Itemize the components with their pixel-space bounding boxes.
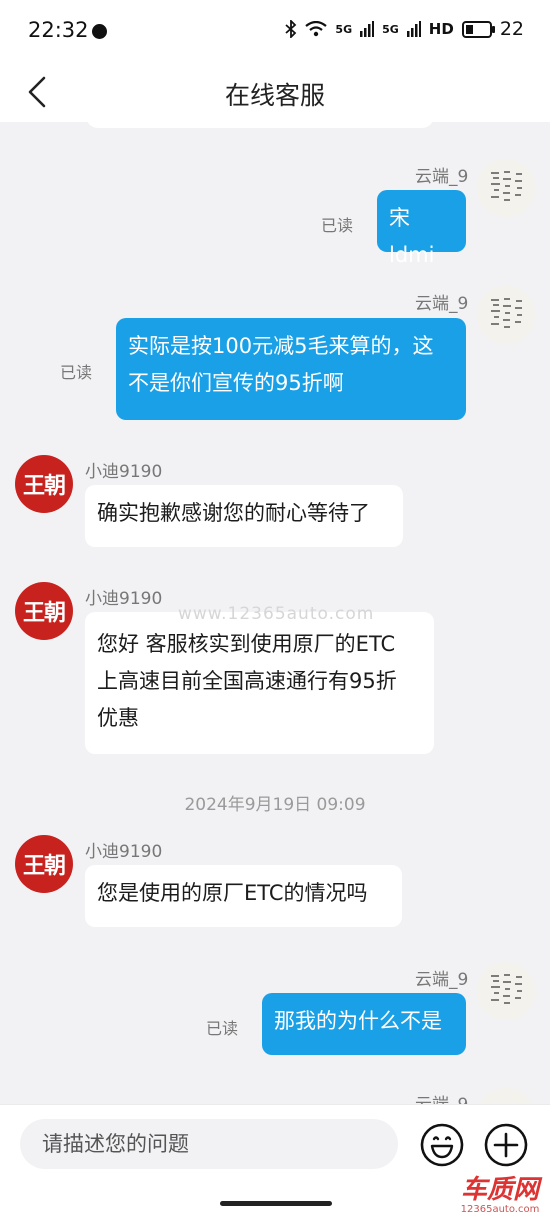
message-text: 您是使用的原厂ETC的情况吗 [97, 881, 368, 905]
message-text: 宋ldmi [389, 206, 435, 267]
wifi-icon [305, 21, 328, 37]
signal-icon [360, 21, 375, 37]
chat-area[interactable]: 云端_9 已读 宋ldmi 云端_9 已读 实际是按100元减5毛来算的，这 不… [0, 122, 550, 1104]
timestamp-divider: 2024年9月19日 09:09 [184, 795, 366, 815]
watermark: www.12365auto.com [178, 604, 375, 624]
avatar[interactable] [477, 1088, 535, 1104]
message-bubble-sent[interactable]: 宋ldmi [377, 190, 466, 267]
agent-avatar[interactable]: 王朝 [15, 582, 73, 640]
sender-name: 云端_9 [415, 167, 469, 187]
sender-name: 云端_9 [415, 294, 469, 314]
agent-avatar[interactable]: 王朝 [15, 835, 73, 893]
network-5g-label: 5G [335, 22, 353, 36]
calligraphy-avatar-icon [491, 171, 522, 201]
calligraphy-avatar-icon [491, 298, 522, 328]
status-time: 22:32 [28, 18, 89, 42]
message-text: 那我的为什么不是 [274, 1009, 442, 1033]
message-text-line: 不是你们宣传的95折啊 [128, 371, 344, 395]
read-status: 已读 [321, 216, 354, 235]
message-bubble-received[interactable]: 确实抱歉感谢您的耐心等待了 [85, 485, 403, 547]
header: 在线客服 [0, 62, 550, 122]
message-input[interactable] [20, 1119, 398, 1169]
sender-name: 小迪9190 [85, 589, 163, 609]
emoji-icon[interactable] [419, 1122, 465, 1168]
read-status: 已读 [206, 1019, 239, 1038]
notification-dot-icon [92, 24, 107, 39]
brand-watermark-logo: 车质网 12365auto.com [454, 1176, 546, 1220]
home-indicator[interactable] [220, 1201, 332, 1206]
message-bubble-sent[interactable]: 那我的为什么不是 [262, 993, 466, 1055]
plus-circle-icon[interactable] [483, 1122, 529, 1168]
message-bubble-received[interactable]: 您好 客服核实到使用原厂的ETC 上高速目前全国高速通行有95折 优惠 [85, 612, 434, 754]
page-title: 在线客服 [224, 81, 325, 110]
sender-name: 云端_9 [415, 970, 469, 990]
brand-url: 12365auto.com [460, 1204, 540, 1215]
message-text: 确实抱歉感谢您的耐心等待了 [97, 501, 370, 525]
message-text-line: 上高速目前全国高速通行有95折 [97, 669, 397, 693]
hd-label: HD [428, 19, 454, 38]
avatar[interactable] [477, 962, 535, 1020]
battery-level: 22 [499, 18, 524, 40]
previous-message-bubble [86, 122, 434, 128]
brand-name: 车质网 [460, 1175, 539, 1205]
calligraphy-avatar-icon [491, 974, 522, 1004]
message-bubble-received[interactable]: 您是使用的原厂ETC的情况吗 [85, 865, 402, 927]
bluetooth-icon [285, 20, 297, 38]
read-status: 已读 [60, 363, 93, 382]
message-text-line: 优惠 [97, 706, 139, 730]
avatar[interactable] [477, 159, 535, 217]
sender-name: 小迪9190 [85, 842, 163, 862]
sender-name: 小迪9190 [85, 462, 163, 482]
message-bubble-sent[interactable]: 实际是按100元减5毛来算的，这 不是你们宣传的95折啊 [116, 318, 466, 420]
avatar[interactable] [477, 286, 535, 344]
message-text-line: 您好 客服核实到使用原厂的ETC [97, 632, 396, 656]
sender-name: 云端_9 [415, 1090, 468, 1104]
status-icons: 5G 5G HD 22 [285, 18, 524, 40]
agent-avatar[interactable]: 王朝 [15, 455, 73, 513]
status-bar: 22:32 5G 5G HD 22 [0, 0, 550, 62]
battery-icon [461, 20, 495, 38]
signal-icon-2 [406, 21, 421, 37]
message-text-line: 实际是按100元减5毛来算的，这 [128, 334, 434, 358]
network-5g-label-2: 5G [382, 22, 399, 36]
